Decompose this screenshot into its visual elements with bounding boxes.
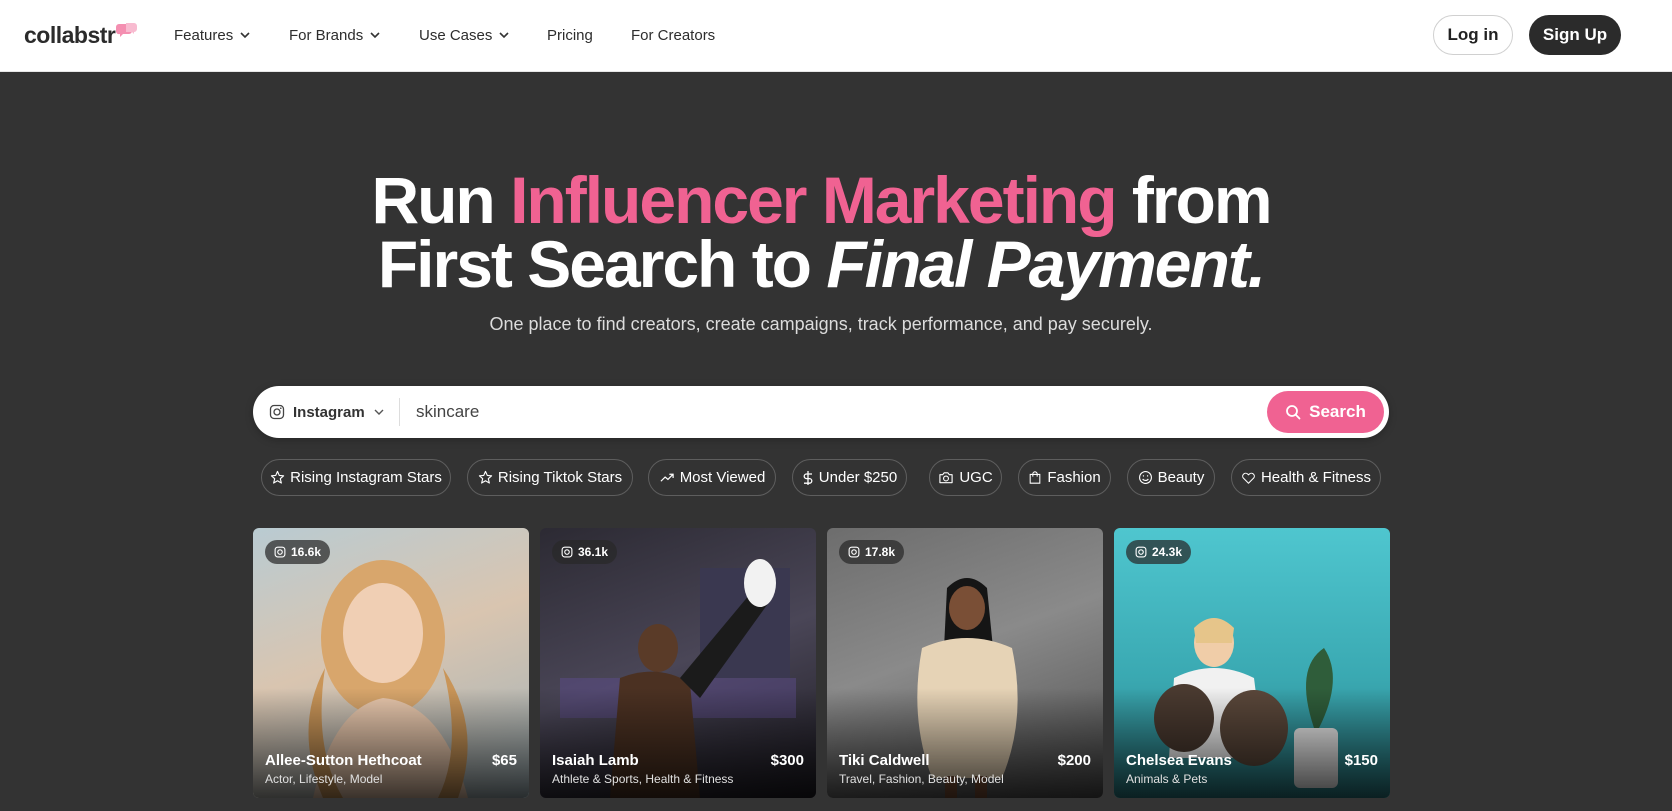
star-icon (478, 470, 493, 484)
creator-categories: Athlete & Sports, Health & Fitness (552, 772, 734, 786)
search-bar: Instagram Search (253, 386, 1389, 438)
followers-count: 16.6k (291, 545, 322, 559)
chevron-down-icon (499, 32, 509, 39)
nav-features[interactable]: Features (174, 24, 251, 46)
nav-pricing[interactable]: Pricing (547, 24, 593, 46)
chip-label: Under $250 (818, 469, 898, 486)
chip-beauty[interactable]: Beauty (1127, 459, 1215, 496)
nav-use-cases[interactable]: Use Cases (419, 24, 510, 46)
chip-fashion[interactable]: Fashion (1018, 459, 1111, 496)
chevron-down-icon (374, 409, 384, 415)
search-icon (1286, 405, 1301, 420)
chip-label: Most Viewed (679, 469, 766, 486)
creator-name: Tiki Caldwell (839, 752, 930, 769)
headline-text: Run (371, 163, 511, 237)
top-navbar: collabstr Features For Brands Use Cases … (0, 0, 1672, 72)
shopping-bag-icon (1029, 471, 1041, 484)
search-divider (399, 398, 400, 426)
followers-badge: 24.3k (1126, 540, 1192, 564)
creator-categories: Travel, Fashion, Beauty, Model (839, 772, 1004, 786)
chip-label: Fashion (1047, 469, 1101, 486)
hero-headline-line-1: Run Influencer Marketing from (0, 167, 1642, 233)
nav-for-brands[interactable]: For Brands (289, 24, 381, 46)
instagram-icon (269, 404, 285, 420)
headline-highlight: Influencer Marketing (510, 163, 1117, 237)
creator-card[interactable]: 16.6k Allee-Sutton Hethcoat $65 Actor, L… (253, 528, 529, 798)
nav-for-creators[interactable]: For Creators (631, 24, 715, 46)
signup-button[interactable]: Sign Up (1529, 15, 1621, 55)
followers-count: 36.1k (578, 545, 609, 559)
nav-for-creators-label: For Creators (631, 26, 716, 44)
creator-name: Isaiah Lamb (552, 752, 639, 769)
speech-bubble-icon (116, 23, 138, 37)
instagram-icon (1135, 546, 1147, 558)
hero-headline-line-2: First Search to Final Payment. (0, 231, 1642, 297)
creator-price: $150 (1344, 752, 1378, 769)
chip-label: Rising Instagram Stars (290, 469, 442, 486)
instagram-icon (848, 546, 860, 558)
search-button-label: Search (1309, 402, 1366, 421)
headline-text: First Search to (377, 227, 827, 301)
creator-name: Allee-Sutton Hethcoat (265, 752, 422, 769)
chevron-down-icon (240, 32, 250, 39)
heart-icon (1242, 472, 1255, 484)
chip-rising-instagram-stars[interactable]: Rising Instagram Stars (261, 459, 451, 496)
logo-text: collabstr (24, 22, 116, 48)
hero-subtitle: One place to find creators, create campa… (489, 314, 1153, 334)
chip-under-250[interactable]: Under $250 (792, 459, 907, 496)
headline-text: from (1115, 163, 1273, 237)
creator-price: $200 (1057, 752, 1091, 769)
creator-card[interactable]: 24.3k Chelsea Evans $150 Animals & Pets (1114, 528, 1390, 798)
creator-name: Chelsea Evans (1126, 752, 1232, 769)
trending-up-icon (660, 473, 674, 482)
camera-icon (939, 472, 953, 484)
followers-badge: 36.1k (552, 540, 618, 564)
collabstr-logo[interactable]: collabstr (24, 20, 138, 50)
creator-price: $300 (770, 752, 804, 769)
chip-label: UGC (959, 469, 993, 486)
followers-badge: 17.8k (839, 540, 905, 564)
nav-pricing-label: Pricing (547, 26, 593, 44)
creator-price: $65 (491, 752, 517, 769)
chip-ugc[interactable]: UGC (929, 459, 1002, 496)
chip-label: Rising Tiktok Stars (497, 469, 623, 486)
chip-label: Health & Fitness (1260, 469, 1372, 486)
chip-most-viewed[interactable]: Most Viewed (648, 459, 776, 496)
instagram-icon (274, 546, 286, 558)
headline-italic: Final Payment. (826, 227, 1266, 301)
chevron-down-icon (370, 32, 380, 39)
nav-use-cases-label: Use Cases (419, 26, 493, 44)
login-button[interactable]: Log in (1433, 15, 1513, 55)
chip-rising-tiktok-stars[interactable]: Rising Tiktok Stars (467, 459, 633, 496)
creator-card[interactable]: 17.8k Tiki Caldwell $200 Travel, Fashion… (827, 528, 1103, 798)
instagram-icon (561, 546, 573, 558)
search-button[interactable]: Search (1267, 391, 1384, 433)
creator-categories: Actor, Lifestyle, Model (265, 772, 383, 786)
chip-health-fitness[interactable]: Health & Fitness (1231, 459, 1381, 496)
star-icon (270, 470, 285, 484)
platform-select[interactable]: Instagram (269, 386, 385, 438)
followers-count: 17.8k (865, 545, 896, 559)
search-input[interactable] (416, 398, 1256, 426)
platform-label: Instagram (293, 403, 365, 421)
creator-categories: Animals & Pets (1126, 772, 1208, 786)
smile-icon (1138, 471, 1152, 484)
dollar-icon (803, 470, 813, 485)
creator-card[interactable]: 36.1k Isaiah Lamb $300 Athlete & Sports,… (540, 528, 816, 798)
chip-label: Beauty (1157, 469, 1205, 486)
nav-features-label: Features (174, 26, 234, 44)
followers-count: 24.3k (1152, 545, 1183, 559)
followers-badge: 16.6k (265, 540, 331, 564)
nav-for-brands-label: For Brands (289, 26, 364, 44)
